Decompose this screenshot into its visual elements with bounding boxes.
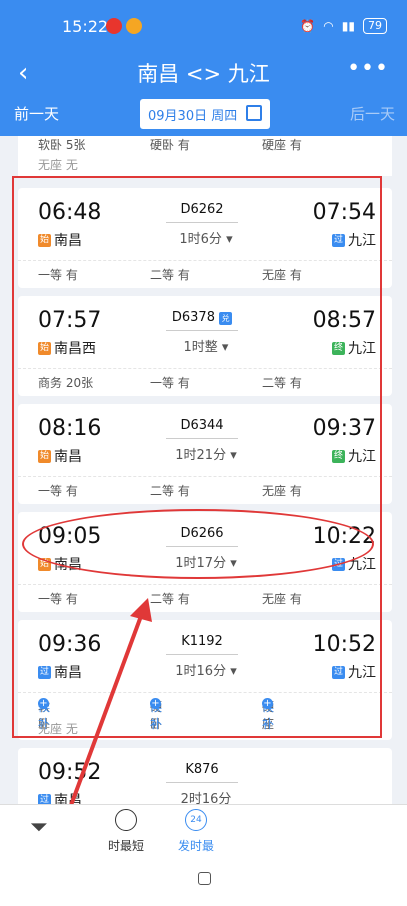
home-button-icon[interactable] [198, 872, 211, 885]
filter-icon[interactable]: ⏷ [30, 815, 48, 840]
tab-departure-time[interactable]: 24 发时最 [178, 809, 214, 854]
tab-shortest-duration[interactable]: 时最短 [108, 809, 144, 854]
annotation-arrow [68, 598, 152, 809]
clock-24-icon: 24 [185, 809, 207, 831]
bottom-filter-bar: ⏷ 时最短 24 发时最 [0, 804, 407, 906]
clock-icon [115, 809, 137, 831]
